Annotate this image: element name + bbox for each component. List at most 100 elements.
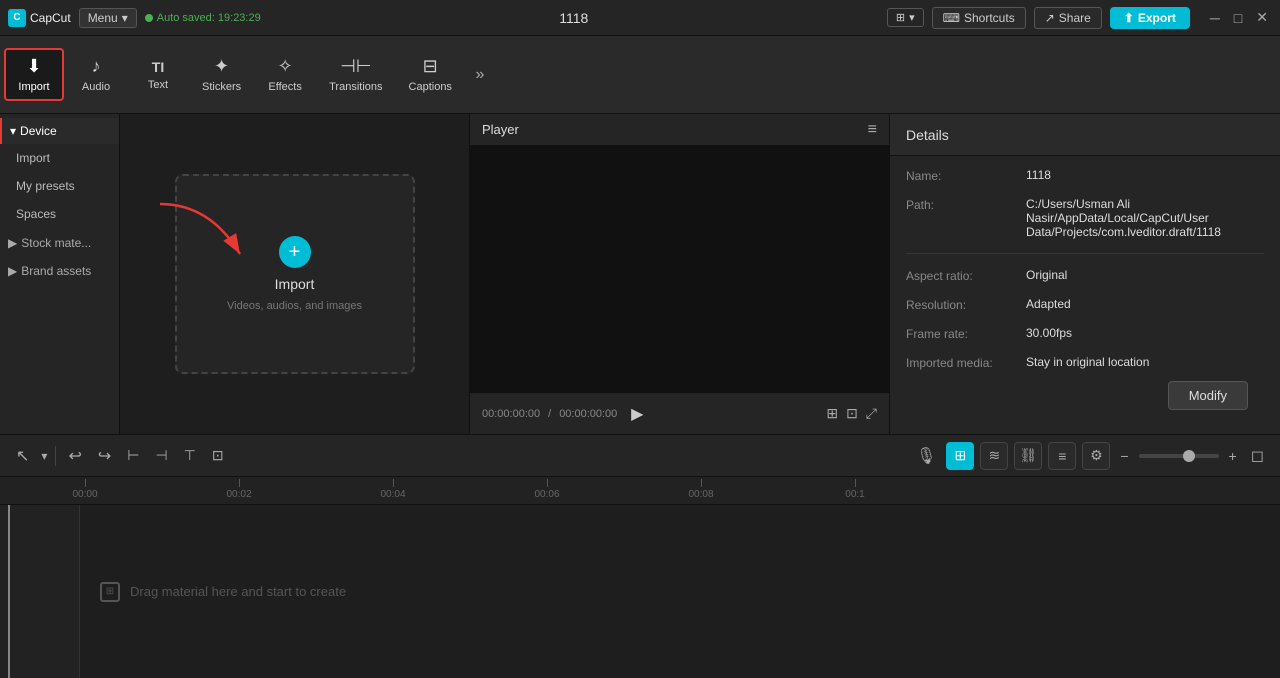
grid-button[interactable]: ≋ — [980, 442, 1008, 470]
details-val-path: C:/Users/Usman Ali Nasir/AppData/Local/C… — [1026, 197, 1264, 239]
fit-screen-button[interactable]: ⊞ — [826, 405, 838, 422]
player-controls: 00:00:00:00 / 00:00:00:00 ▶ ⊞ ⊡ ⤢ — [470, 392, 889, 434]
left-panel: ▾ Device Import My presets Spaces ▶ Stoc… — [0, 114, 470, 434]
layout-icon: ⊞ — [896, 11, 905, 24]
sidebar-brand-header[interactable]: ▶ Brand assets — [0, 258, 119, 284]
window-controls: ─ □ ✕ — [1206, 7, 1272, 28]
drag-hint-text: Drag material here and start to create — [130, 584, 346, 599]
zoom-out-button[interactable]: − — [1116, 444, 1132, 468]
menu-button[interactable]: Menu ▾ — [79, 8, 137, 28]
maximize-button[interactable]: □ — [1230, 8, 1246, 28]
fullscreen-button[interactable]: ⤢ — [866, 405, 877, 422]
details-content: Name: 1118 Path: C:/Users/Usman Ali Nasi… — [890, 156, 1280, 373]
sidebar: ▾ Device Import My presets Spaces ▶ Stoc… — [0, 114, 120, 434]
zoom-slider[interactable] — [1139, 454, 1219, 458]
ruler-line-4 — [701, 479, 702, 487]
sidebar-stock-label: Stock mate... — [21, 236, 91, 250]
player-menu-icon[interactable]: ≡ — [868, 121, 877, 139]
details-val-name: 1118 — [1026, 168, 1264, 182]
settings-button[interactable]: ⚙ — [1082, 442, 1110, 470]
toolbar-item-text[interactable]: TI Text — [128, 53, 188, 97]
auto-saved-status: Auto saved: 19:23:29 — [145, 12, 261, 24]
sidebar-item-my-presets[interactable]: My presets — [0, 172, 119, 200]
zoom-in-button[interactable]: + — [1225, 444, 1241, 468]
ruler-line-2 — [393, 479, 394, 487]
toolbar-item-captions[interactable]: ⊟ Captions — [397, 50, 464, 99]
auto-saved-label: Auto saved: 19:23:29 — [157, 12, 261, 24]
ruler-label-4: 00:08 — [688, 489, 713, 500]
layers-button[interactable]: ≡ — [1048, 442, 1076, 470]
details-key-framerate: Frame rate: — [906, 326, 1026, 341]
share-icon: ↗ — [1045, 11, 1055, 25]
sidebar-device-label: Device — [20, 124, 57, 138]
shortcuts-icon: ⌨ — [943, 11, 960, 25]
select-tool-button[interactable]: ↖ — [12, 442, 33, 470]
player-time-current: 00:00:00:00 — [482, 408, 540, 420]
split-middle-button[interactable]: ⊤ — [180, 443, 200, 468]
sidebar-brand-label: Brand assets — [21, 264, 91, 278]
details-val-imported-media: Stay in original location — [1026, 355, 1264, 369]
toolbar-divider-1 — [55, 446, 56, 466]
import-label: Import — [18, 81, 49, 93]
undo-button[interactable]: ↩ — [64, 442, 85, 470]
toolbar-item-stickers[interactable]: ✦ Stickers — [190, 50, 253, 99]
toolbar-item-effects[interactable]: ✧ Effects — [255, 50, 315, 99]
details-row-name: Name: 1118 — [906, 168, 1264, 183]
media-area: + Import Videos, audios, and images — [120, 114, 469, 434]
timeline: ↖ ▾ ↩ ↪ ⊢ ⊣ ⊤ ⊡ 🎙 ⊞ ≋ ⛓ ≡ ⚙ − + ◻ 00:00 — [0, 434, 1280, 678]
toolbar-item-transitions[interactable]: ⊣⊢ Transitions — [317, 50, 394, 99]
sidebar-item-spaces[interactable]: Spaces — [0, 200, 119, 228]
ruler-label-2: 00:04 — [380, 489, 405, 500]
sidebar-section-stock: ▶ Stock mate... — [0, 230, 119, 256]
delete-button[interactable]: ⊡ — [208, 443, 228, 468]
select-dropdown-icon[interactable]: ▾ — [41, 449, 47, 463]
layout-button[interactable]: ⊞ ▾ — [887, 8, 924, 27]
sidebar-device-header[interactable]: ▾ Device — [0, 118, 119, 144]
toolbar-item-import[interactable]: ⬇ Import — [4, 48, 64, 101]
fit-timeline-button[interactable]: ◻ — [1247, 442, 1268, 470]
sidebar-spaces-label: Spaces — [16, 207, 56, 221]
split-left-button[interactable]: ⊢ — [123, 443, 143, 468]
transitions-icon: ⊣⊢ — [340, 56, 371, 77]
timeline-content: ⊞ Drag material here and start to create — [0, 505, 1280, 678]
ruler-line-5 — [855, 479, 856, 487]
play-button[interactable]: ▶ — [625, 402, 649, 426]
app-logo: C CapCut — [8, 9, 71, 27]
ruler-mark-3: 00:06 — [470, 479, 624, 500]
toolbar-item-audio[interactable]: ♪ Audio — [66, 50, 126, 99]
zoom-thumb — [1183, 450, 1195, 462]
player-time-total: 00:00:00:00 — [559, 408, 617, 420]
stickers-icon: ✦ — [214, 56, 229, 77]
effects-icon: ✧ — [278, 56, 293, 77]
sidebar-section-brand: ▶ Brand assets — [0, 258, 119, 284]
close-button[interactable]: ✕ — [1252, 7, 1272, 28]
details-key-resolution: Resolution: — [906, 297, 1026, 312]
text-icon: TI — [152, 59, 164, 75]
ruler-mark-0: 00:00 — [8, 479, 162, 500]
export-button[interactable]: ⬆ Export — [1110, 7, 1190, 29]
player-ctrl-right: ⊞ ⊡ ⤢ — [826, 405, 877, 422]
minimize-button[interactable]: ─ — [1206, 8, 1224, 28]
link-button[interactable]: ⊞ — [946, 442, 974, 470]
ruler-mark-1: 00:02 — [162, 479, 316, 500]
ruler-label-3: 00:06 — [534, 489, 559, 500]
split-right-button[interactable]: ⊣ — [151, 443, 171, 468]
import-box-label: Import — [275, 276, 315, 292]
captions-icon: ⊟ — [423, 56, 438, 77]
timeline-left-strip — [0, 505, 80, 678]
mic-button[interactable]: 🎙 — [912, 442, 940, 470]
sidebar-item-import[interactable]: Import — [0, 144, 119, 172]
crop-button[interactable]: ⊡ — [846, 405, 858, 422]
timeline-ruler: 00:00 00:02 00:04 00:06 00:08 00:1 — [0, 477, 1280, 505]
sidebar-stock-header[interactable]: ▶ Stock mate... — [0, 230, 119, 256]
redo-button[interactable]: ↪ — [94, 442, 115, 470]
details-val-framerate: 30.00fps — [1026, 326, 1264, 340]
chain-button[interactable]: ⛓ — [1014, 442, 1042, 470]
shortcuts-button[interactable]: ⌨ Shortcuts — [932, 7, 1026, 29]
share-button[interactable]: ↗ Share — [1034, 7, 1102, 29]
ruler-mark-4: 00:08 — [624, 479, 778, 500]
project-name: 1118 — [261, 10, 887, 26]
modify-button[interactable]: Modify — [1168, 381, 1248, 410]
toolbar-more-button[interactable]: » — [466, 61, 494, 89]
details-val-aspect: Original — [1026, 268, 1264, 282]
